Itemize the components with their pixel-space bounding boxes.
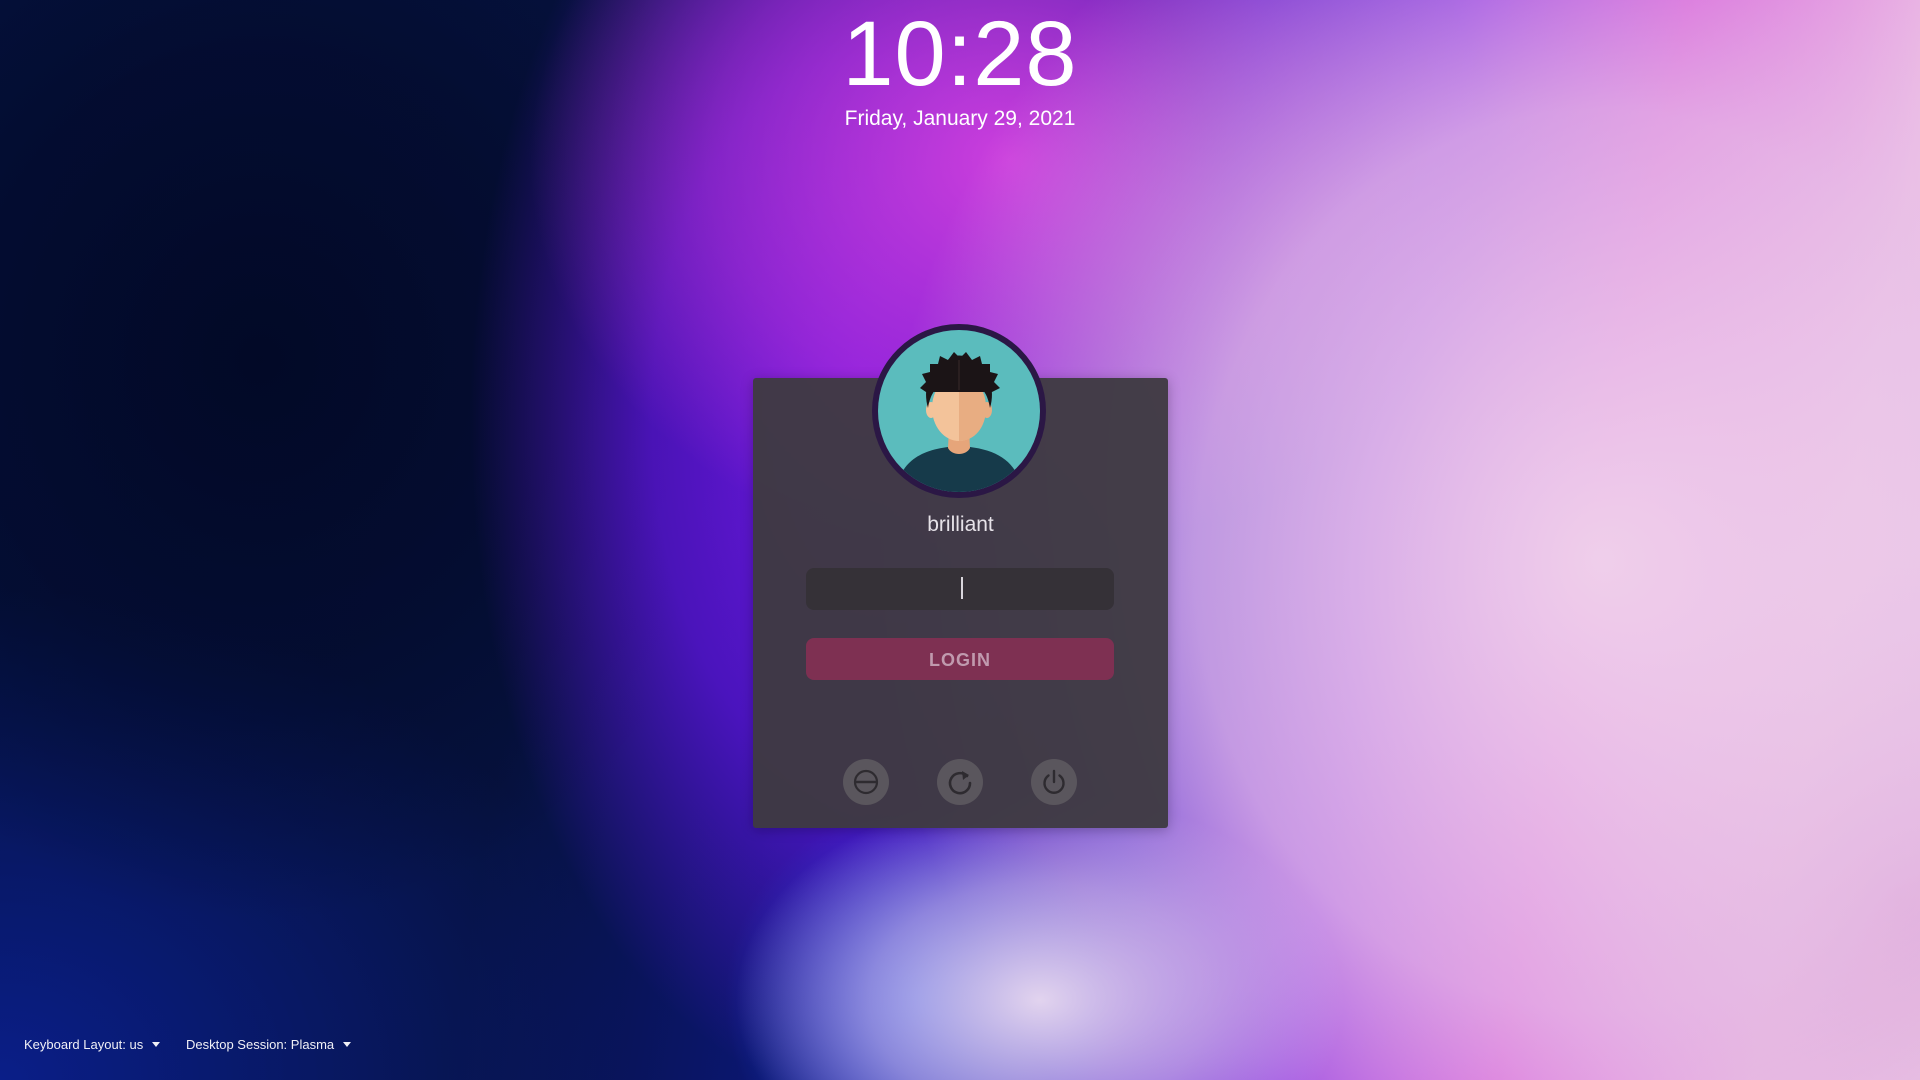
chevron-down-icon [343, 1042, 352, 1047]
desktop-session-label: Desktop Session: Plasma [186, 1037, 335, 1052]
suspend-icon [853, 769, 879, 795]
desktop-session-selector[interactable]: Desktop Session: Plasma [186, 1037, 352, 1052]
keyboard-layout-label: Keyboard Layout: us [24, 1037, 144, 1052]
power-icon [1043, 769, 1065, 794]
reboot-button[interactable] [937, 759, 983, 805]
keyboard-layout-selector[interactable]: Keyboard Layout: us [24, 1037, 161, 1052]
clock-date: Friday, January 29, 2021 [844, 107, 1076, 130]
username-label: brilliant [927, 513, 994, 536]
suspend-button[interactable] [843, 759, 889, 805]
reboot-icon [948, 771, 972, 795]
shutdown-button[interactable] [1031, 759, 1077, 805]
chevron-down-icon [152, 1042, 161, 1047]
clock: 10:28 Friday, January 29, 2021 [0, 0, 1920, 132]
text-caret [961, 577, 963, 599]
login-screen: 10:28 Friday, January 29, 2021 brilliant… [0, 0, 1920, 1080]
user-avatar-icon[interactable] [872, 324, 1046, 498]
login-button[interactable]: LOGIN [806, 638, 1114, 680]
password-field[interactable] [806, 568, 1114, 610]
clock-time: 10:28 [842, 3, 1078, 105]
